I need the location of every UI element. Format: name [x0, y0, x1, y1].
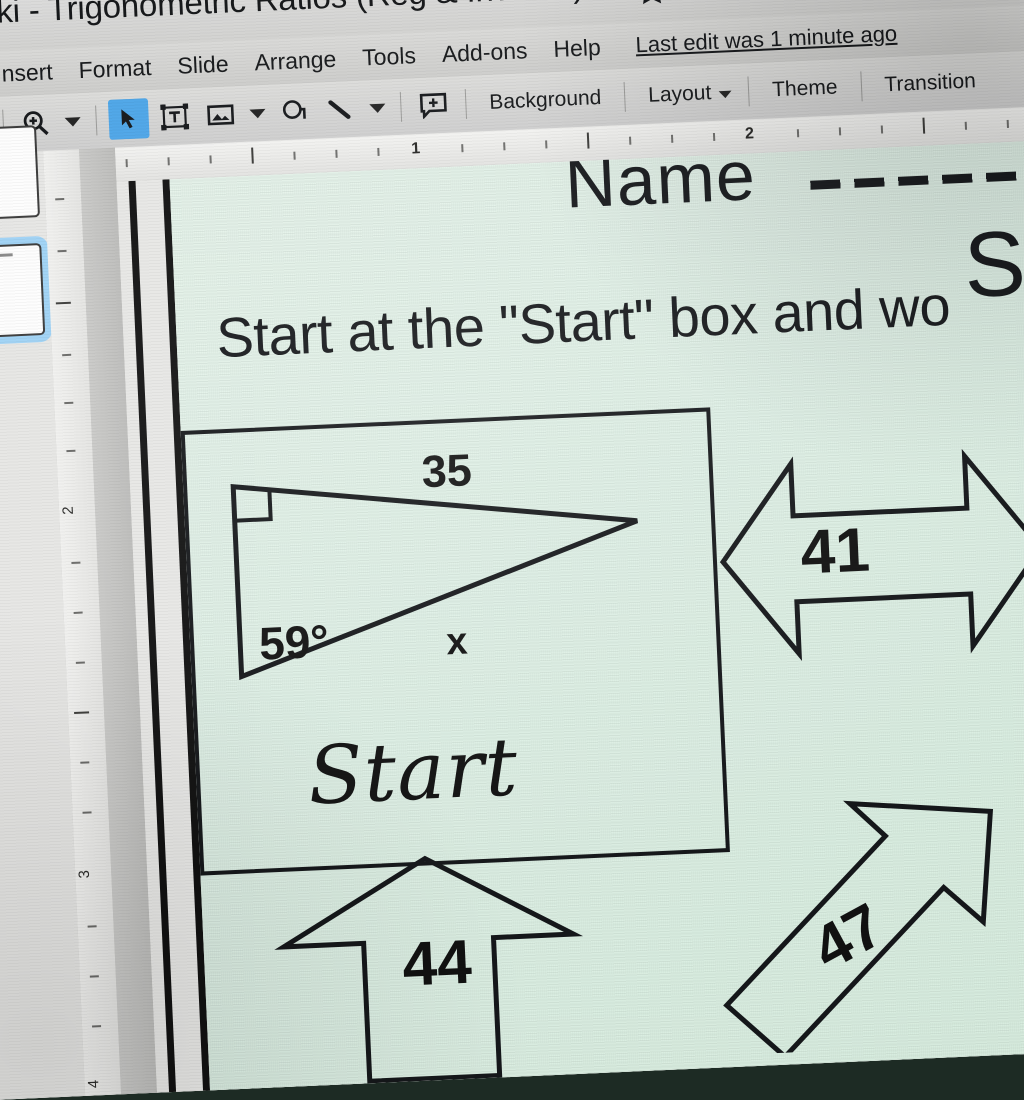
- work-area: 2 3 4 1 2 Name S Start at the "Start" bo…: [0, 105, 1024, 1100]
- triangle-side-label-35: 35: [420, 444, 473, 498]
- right-triangle-figure: [230, 483, 639, 681]
- layout-dropdown-caret[interactable]: [718, 90, 732, 98]
- shape-tool[interactable]: [274, 91, 316, 133]
- vruler-label-3: 3: [75, 869, 94, 879]
- arrow-label-41: 41: [799, 515, 872, 588]
- zoom-dropdown-caret[interactable]: [64, 116, 81, 127]
- menu-item-help[interactable]: Help: [540, 33, 614, 63]
- slide-big-letter: S: [961, 212, 1024, 317]
- star-icon[interactable]: [636, 0, 667, 6]
- select-tool[interactable]: [107, 98, 150, 140]
- vruler-label-2: 2: [59, 506, 77, 516]
- vruler-label-4: 4: [85, 1079, 103, 1089]
- toolbar-divider-5: [623, 81, 626, 112]
- background-button[interactable]: Background: [475, 85, 616, 115]
- slide-name-blank: [810, 166, 1024, 190]
- menu-item-format[interactable]: Format: [65, 53, 165, 84]
- thumbnail-2-maze: [0, 260, 36, 331]
- line-dropdown-caret[interactable]: [369, 103, 386, 113]
- menu-item-slide[interactable]: Slide: [164, 49, 242, 79]
- arrow-label-44: 44: [401, 927, 474, 1000]
- hruler-label-2: 2: [744, 125, 755, 143]
- move-to-folder-icon[interactable]: [696, 0, 727, 4]
- menu-item-tools[interactable]: Tools: [349, 41, 430, 72]
- textbox-tool[interactable]: [154, 96, 196, 138]
- line-tool[interactable]: [320, 89, 362, 131]
- slide-canvas[interactable]: Name S Start at the "Start" box and wo 3…: [116, 139, 1024, 1100]
- menu-item-arrange[interactable]: Arrange: [241, 45, 350, 77]
- start-box-label: Start: [306, 720, 521, 823]
- toolbar-divider-6: [747, 76, 750, 107]
- toolbar-divider-3: [399, 91, 403, 122]
- slide-2[interactable]: Name S Start at the "Start" box and wo 3…: [169, 139, 1024, 1100]
- theme-button[interactable]: Theme: [758, 75, 852, 103]
- toolbar-divider-2: [95, 105, 98, 136]
- thumbnail-1-content: [0, 130, 35, 217]
- toolbar-divider-7: [859, 71, 863, 102]
- hruler-label-1: 1: [410, 140, 421, 158]
- title-bar-icons: [636, 0, 789, 6]
- comment-tool[interactable]: [413, 85, 455, 127]
- start-box[interactable]: 35 59° x Start: [180, 407, 730, 876]
- menu-item-insert[interactable]: Insert: [0, 57, 66, 88]
- transition-button[interactable]: Transition: [870, 69, 990, 98]
- toolbar-divider-4: [464, 88, 468, 120]
- last-edit-status[interactable]: Last edit was 1 minute ago: [635, 21, 898, 59]
- monitor-screen: inski - Trigonometric Ratios (Reg & Inve…: [0, 0, 1024, 1100]
- image-dropdown-caret[interactable]: [249, 108, 266, 119]
- slide-instruction: Start at the "Start" box and wo: [215, 273, 952, 370]
- slide-thumbnail-2[interactable]: [0, 243, 46, 341]
- menu-item-addons[interactable]: Add-ons: [428, 36, 541, 68]
- layout-button[interactable]: Layout: [634, 80, 726, 108]
- slide-thumbnail-1[interactable]: [0, 125, 41, 223]
- image-tool[interactable]: [200, 94, 242, 136]
- triangle-angle-label-59: 59°: [258, 614, 330, 670]
- cloud-saved-icon[interactable]: [756, 0, 789, 1]
- triangle-unknown-label-x: x: [445, 620, 469, 664]
- thumbnail-2-content: [0, 248, 40, 335]
